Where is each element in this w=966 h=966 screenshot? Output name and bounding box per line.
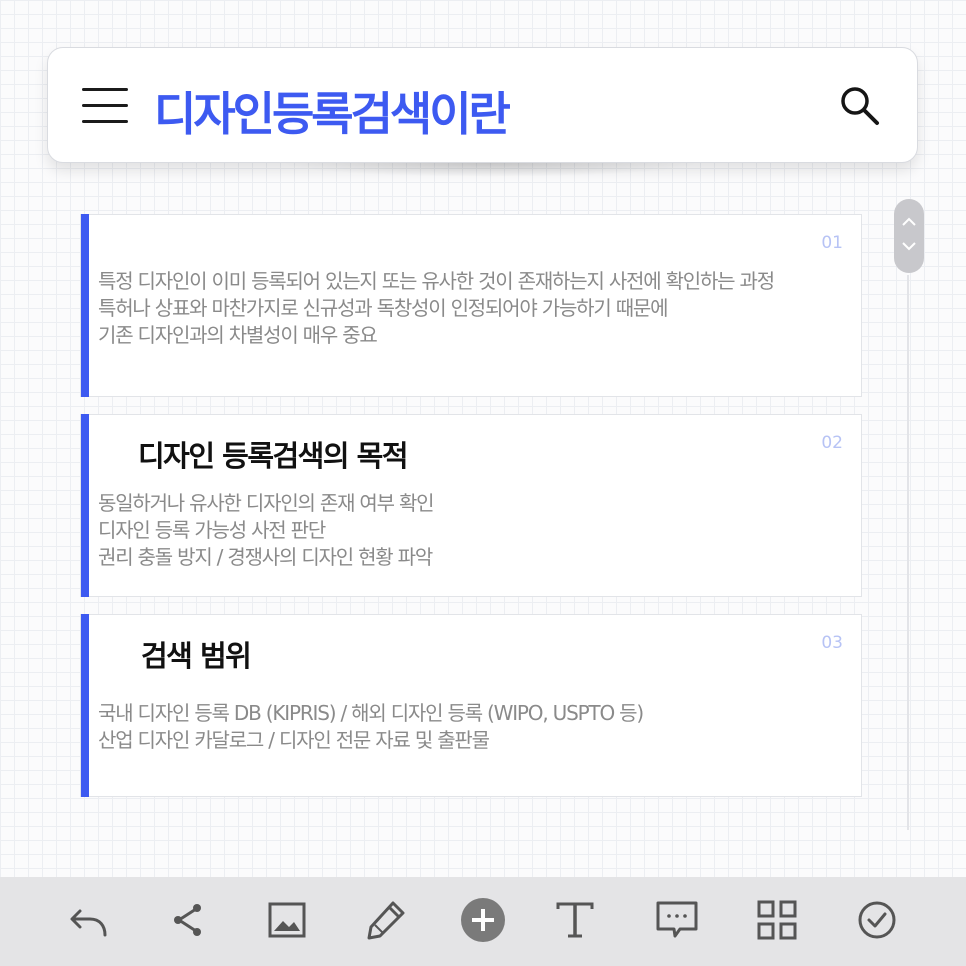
grid-icon[interactable] [754,897,800,943]
info-card-3: 03 검색 범위 국내 디자인 등록 DB (KIPRIS) / 해외 디자인 … [80,614,862,797]
comment-icon[interactable] [654,897,700,943]
info-card-2: 02 디자인 등록검색의 목적 동일하거나 유사한 디자인의 존재 여부 확인 … [80,414,862,597]
scroll-up-down-icon[interactable] [894,199,924,273]
card-line: 산업 디자인 카달로그 / 디자인 전문 자료 및 출판물 [98,728,490,752]
card-accent-bar [81,214,89,397]
card-body: 국내 디자인 등록 DB (KIPRIS) / 해외 디자인 등록 (WIPO,… [98,700,644,754]
undo-icon[interactable] [66,897,112,943]
card-number: 02 [821,433,843,453]
scroll-track [907,275,909,830]
card-number: 01 [821,233,843,253]
card-accent-bar [81,414,89,597]
card-line: 국내 디자인 등록 DB (KIPRIS) / 해외 디자인 등록 (WIPO,… [98,701,644,725]
text-icon[interactable] [552,897,598,943]
card-accent-bar [81,614,89,797]
card-heading: 디자인 등록검색의 목적 [138,439,409,473]
image-icon[interactable] [264,897,310,943]
card-line: 권리 충돌 방지 / 경쟁사의 디자인 현황 파악 [98,545,433,569]
card-heading: 검색 범위 [141,639,252,673]
menu-icon[interactable] [82,86,128,124]
card-body: 특정 디자인이 이미 등록되어 있는지 또는 유사한 것이 존재하는지 사전에 … [98,268,775,349]
header-shadow [280,163,700,177]
add-circle-icon[interactable] [460,897,506,943]
info-card-1: 01 특정 디자인이 이미 등록되어 있는지 또는 유사한 것이 존재하는지 사… [80,214,862,397]
share-icon[interactable] [165,897,211,943]
check-circle-icon[interactable] [854,897,900,943]
page-title: 디자인등록검색이란 [154,87,511,141]
card-line: 동일하거나 유사한 디자인의 존재 여부 확인 [98,491,435,515]
search-icon[interactable] [836,82,882,128]
card-line: 특정 디자인이 이미 등록되어 있는지 또는 유사한 것이 존재하는지 사전에 … [98,269,775,293]
card-line: 기존 디자인과의 차별성이 매우 중요 [98,323,378,347]
card-line: 디자인 등록 가능성 사전 판단 [98,518,326,542]
pencil-icon[interactable] [363,897,409,943]
card-body: 동일하거나 유사한 디자인의 존재 여부 확인 디자인 등록 가능성 사전 판단… [98,490,435,571]
card-number: 03 [821,633,843,653]
card-line: 특허나 상표와 마찬가지로 신규성과 독창성이 인정되어야 가능하기 때문에 [98,296,669,320]
